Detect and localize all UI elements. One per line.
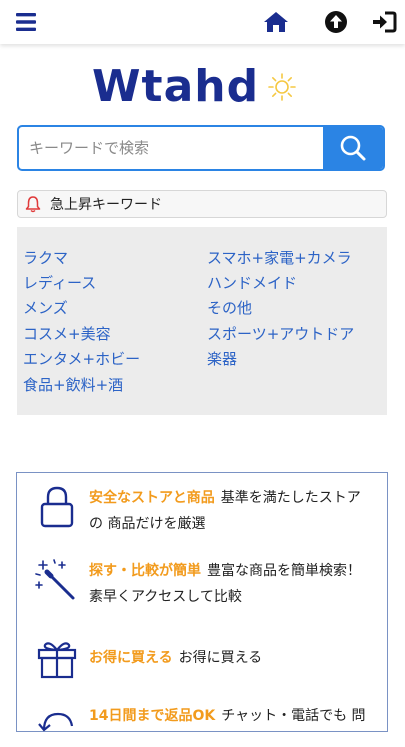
feature-title: お得に買える — [89, 650, 173, 666]
category-link[interactable]: エンタメ+ホビー — [23, 348, 140, 369]
trending-label: 急上昇キーワード — [50, 197, 162, 213]
feature-title: 14日間まで返品OK — [89, 708, 216, 724]
category-link[interactable]: スポーツ+アウトドア — [207, 323, 354, 344]
category-link[interactable]: メンズ — [23, 297, 68, 318]
logo-wordmark: Wtahd — [92, 61, 260, 112]
upload-icon[interactable] — [322, 8, 350, 36]
category-link[interactable]: ラクマ — [23, 247, 68, 268]
category-link[interactable]: レディース — [23, 272, 96, 293]
feature-item: 探す・比較が簡単 豊富な商品を簡単検索！素早くアクセスして比較 — [35, 558, 371, 610]
category-link[interactable]: ハンドメイド — [207, 272, 297, 293]
return-icon — [35, 703, 79, 747]
category-list: ラクマ レディース メンズ コスメ+美容 エンタメ+ホビー 食品+飲料+酒 スマ… — [17, 227, 387, 415]
menu-icon[interactable] — [12, 8, 40, 36]
bell-icon — [25, 196, 41, 213]
category-link[interactable]: スマホ+家電+カメラ — [207, 247, 352, 268]
magic-wand-icon — [35, 558, 79, 602]
category-link[interactable]: 楽器 — [207, 348, 237, 369]
category-link[interactable]: コスメ+美容 — [23, 323, 111, 344]
lock-icon — [35, 485, 79, 529]
sun-icon — [268, 73, 296, 101]
login-icon[interactable] — [370, 8, 398, 36]
search-button[interactable] — [323, 127, 383, 169]
feature-item: 安全なストアと商品 基準を満たしたストアの 商品だけを厳選 — [35, 485, 371, 537]
search-bar — [17, 125, 385, 171]
search-input[interactable] — [19, 127, 323, 169]
gift-icon — [35, 636, 79, 680]
feature-title: 安全なストアと商品 — [89, 490, 215, 506]
feature-item: お得に買える お得に買える — [35, 636, 371, 680]
home-icon[interactable] — [262, 8, 290, 36]
feature-item: 14日間まで返品OK チャット・電話でも 問 — [35, 703, 371, 747]
category-link[interactable]: その他 — [207, 297, 252, 318]
features-panel: 安全なストアと商品 基準を満たしたストアの 商品だけを厳選 探す・比較が簡単 豊富な… — [16, 472, 388, 732]
search-icon — [340, 135, 366, 161]
feature-title: 探す・比較が簡単 — [89, 563, 201, 579]
site-logo[interactable]: Wtahd — [92, 62, 297, 112]
category-link[interactable]: 食品+飲料+酒 — [23, 374, 123, 395]
top-navigation-bar — [0, 0, 405, 44]
feature-description: チャット・電話でも 問 — [221, 708, 366, 724]
trending-keywords-button[interactable]: 急上昇キーワード — [17, 190, 387, 218]
feature-description: お得に買える — [178, 650, 263, 666]
